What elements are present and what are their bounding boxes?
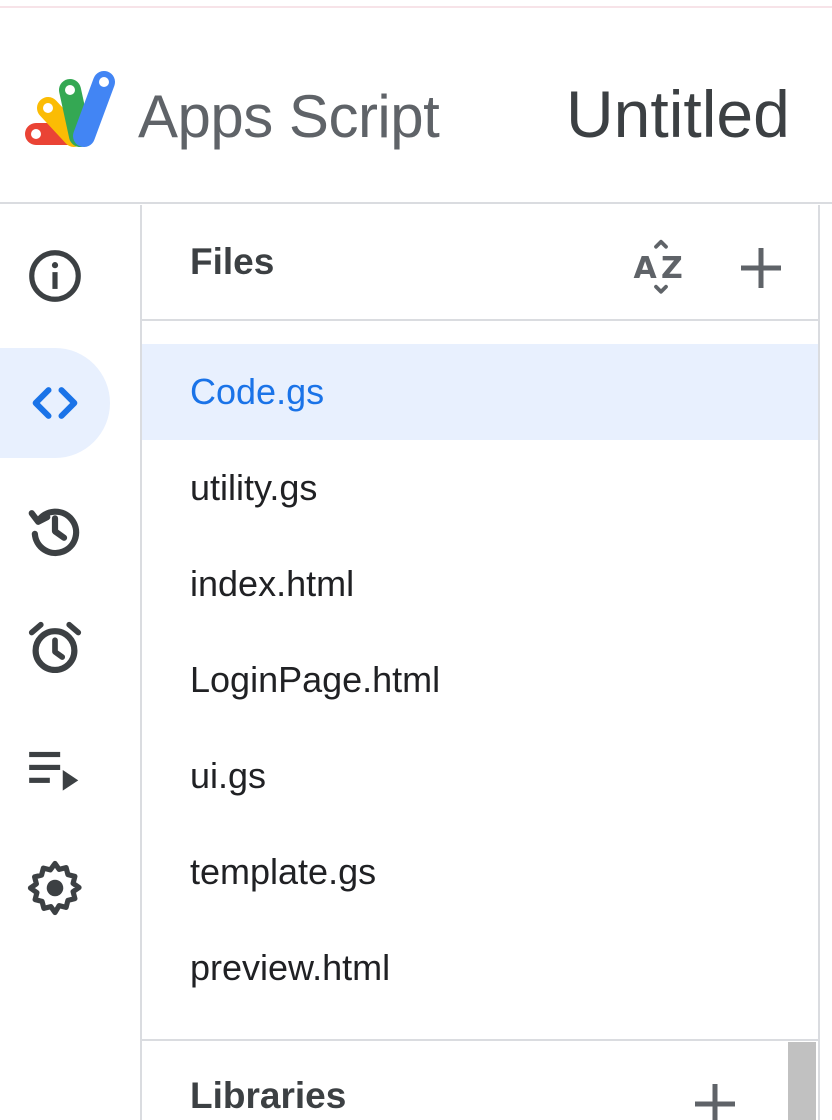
files-panel: Files A Z Code.gs utility.gs index.html … (142, 205, 818, 1120)
add-file-button[interactable] (726, 233, 796, 303)
rail-editor[interactable] (0, 348, 110, 458)
sort-files-button[interactable]: A Z (626, 233, 696, 303)
rail-executions[interactable] (0, 715, 110, 825)
files-title: Files (190, 241, 275, 282)
project-title[interactable]: Untitled (566, 76, 790, 152)
plus-icon (741, 248, 781, 288)
app-header: Apps Script Untitled (0, 8, 832, 204)
apps-script-logo[interactable] (22, 64, 122, 154)
file-item-code-gs[interactable]: Code.gs (142, 344, 818, 440)
executions-icon (29, 751, 79, 791)
app-name: Apps Script (138, 83, 440, 150)
file-item-utility-gs[interactable]: utility.gs (142, 440, 818, 536)
svg-text:A: A (634, 251, 658, 286)
alarm-clock-icon (28, 621, 82, 674)
info-icon (29, 250, 81, 302)
svg-text:Z: Z (661, 251, 683, 286)
code-icon (32, 387, 78, 419)
sort-az-icon: A Z (634, 239, 683, 294)
panel-divider[interactable] (818, 205, 820, 1120)
rail-project-history[interactable] (0, 475, 110, 585)
rail-project-settings[interactable] (0, 833, 110, 943)
history-icon (28, 508, 80, 557)
plus-icon (695, 1084, 735, 1120)
file-item-index-html[interactable]: index.html (142, 536, 818, 632)
scrollbar-thumb[interactable] (788, 1042, 816, 1120)
files-header: Files A Z (142, 205, 818, 321)
top-edge (0, 0, 832, 8)
file-item-loginpage-html[interactable]: LoginPage.html (142, 632, 818, 728)
rail-overview[interactable] (0, 221, 110, 331)
file-item-template-gs[interactable]: template.gs (142, 824, 818, 920)
file-item-preview-html[interactable]: preview.html (142, 920, 818, 1016)
libraries-title: Libraries (190, 1075, 347, 1116)
file-item-ui-gs[interactable]: ui.gs (142, 728, 818, 824)
add-library-button[interactable] (680, 1069, 750, 1120)
rail-triggers[interactable] (0, 593, 110, 703)
libraries-section: Libraries (142, 1039, 818, 1120)
gear-icon (27, 860, 82, 916)
side-rail (0, 205, 142, 1120)
file-list: Code.gs utility.gs index.html LoginPage.… (142, 344, 818, 1016)
